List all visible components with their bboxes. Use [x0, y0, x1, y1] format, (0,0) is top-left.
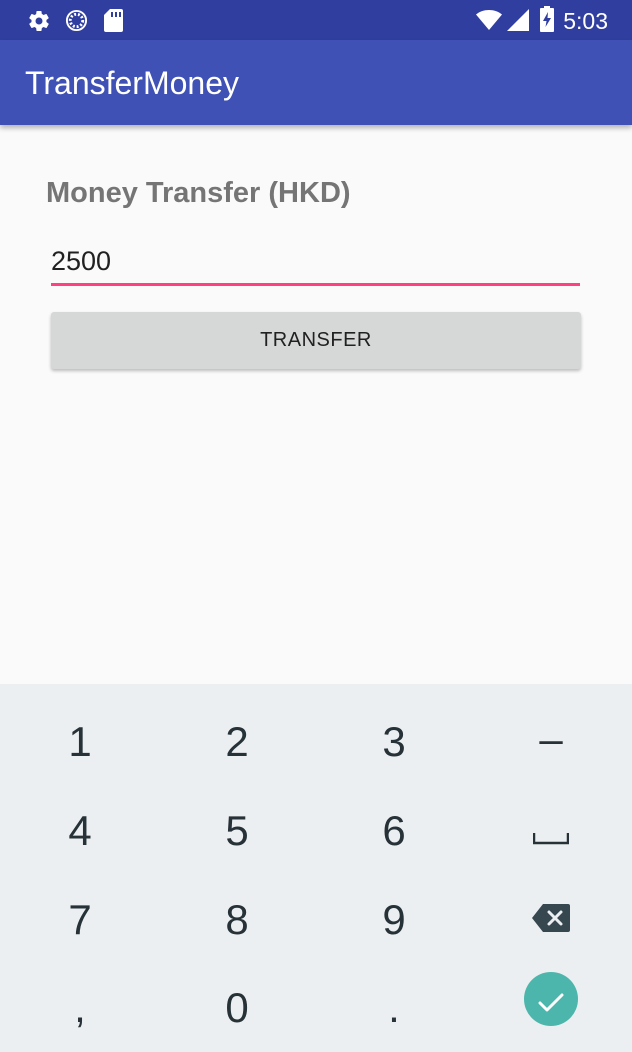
key-4[interactable]: 4 [1, 786, 159, 876]
key-8[interactable]: 8 [158, 875, 316, 965]
sd-card-icon [104, 9, 123, 37]
space-icon [532, 807, 570, 855]
key-0[interactable]: 0 [158, 963, 316, 1052]
transfer-button[interactable]: TRANSFER [51, 312, 581, 369]
settings-icon [27, 9, 51, 38]
space-key[interactable] [472, 786, 630, 876]
app-bar: TransferMoney [0, 40, 632, 125]
sync-icon [65, 9, 88, 37]
page-title: Money Transfer (HKD) [46, 177, 351, 209]
battery-charging-icon [540, 6, 554, 37]
key-9[interactable]: 9 [315, 875, 473, 965]
amount-field[interactable] [51, 240, 580, 286]
screen: 5:03 TransferMoney Money Transfer (HKD) … [0, 0, 632, 1052]
key-minus[interactable]: – [472, 694, 630, 784]
status-time: 5:03 [563, 8, 608, 34]
wifi-icon [476, 9, 502, 36]
done-key[interactable] [472, 954, 630, 1044]
key-1[interactable]: 1 [1, 697, 159, 787]
key-7[interactable]: 7 [1, 875, 159, 965]
amount-input[interactable] [51, 246, 580, 277]
key-period[interactable]: . [315, 963, 473, 1052]
key-2[interactable]: 2 [158, 697, 316, 787]
backspace-key[interactable] [472, 873, 630, 963]
status-bar: 5:03 [0, 0, 632, 40]
app-title: TransferMoney [25, 65, 239, 101]
done-button-circle [524, 972, 578, 1026]
key-5[interactable]: 5 [158, 786, 316, 876]
key-comma[interactable]: , [1, 963, 159, 1052]
signal-icon [507, 9, 529, 36]
check-icon [538, 975, 564, 1023]
backspace-icon [532, 894, 570, 942]
numeric-keyboard: 1 2 3 – 4 5 6 7 8 9 , 0 . [0, 684, 632, 1052]
key-3[interactable]: 3 [315, 697, 473, 787]
key-6[interactable]: 6 [315, 786, 473, 876]
